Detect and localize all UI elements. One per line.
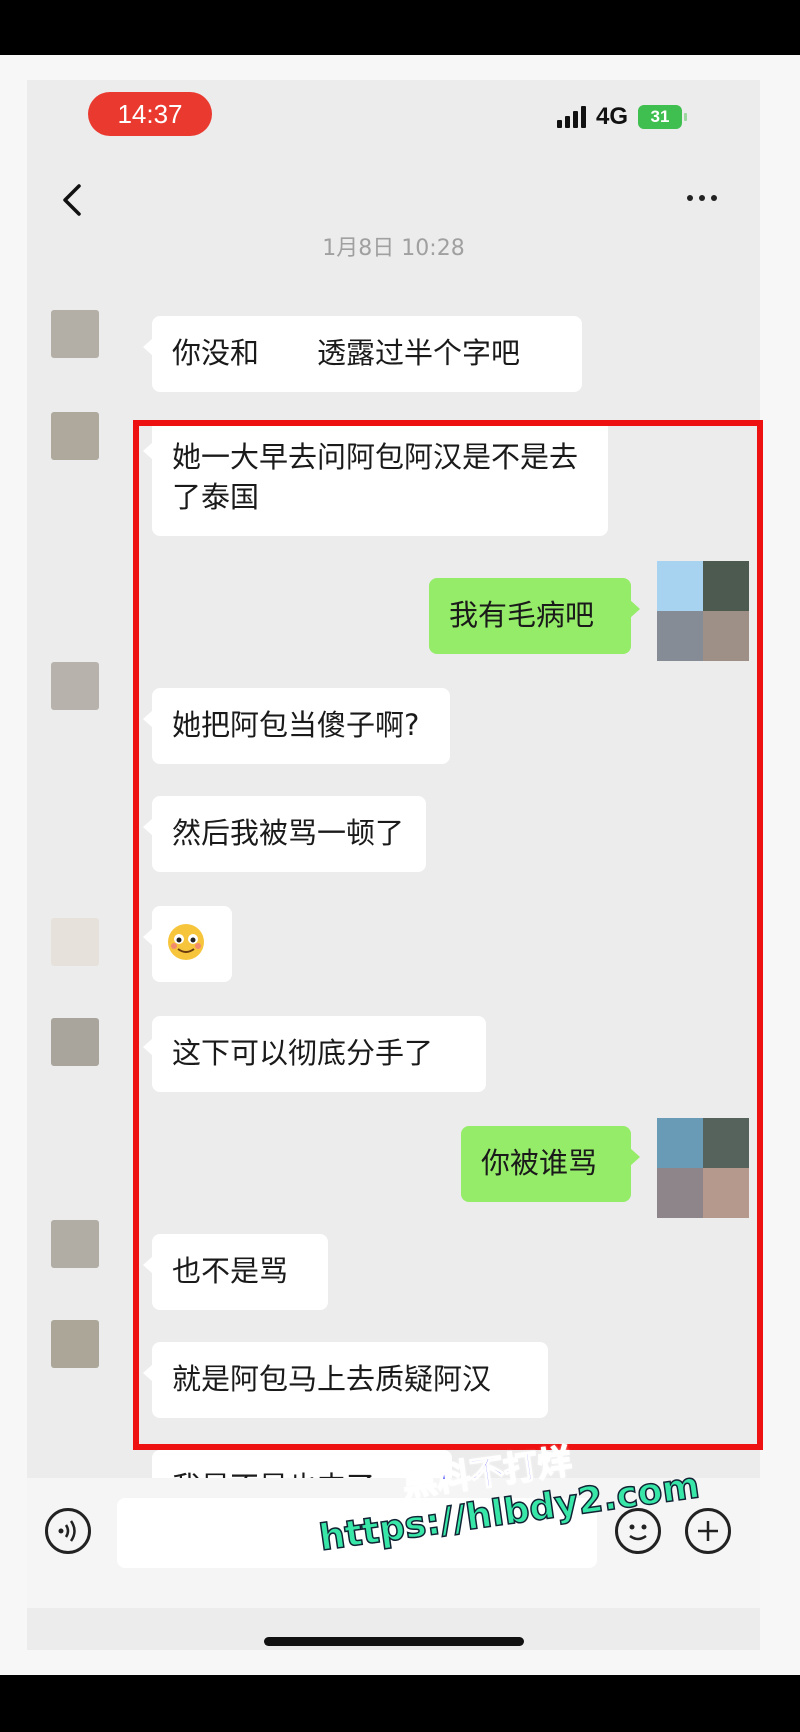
more-icon[interactable] bbox=[687, 192, 727, 204]
battery-icon: 31 bbox=[638, 105, 688, 129]
home-indicator[interactable] bbox=[264, 1637, 524, 1646]
avatar[interactable] bbox=[51, 918, 99, 966]
chat-timestamp: 1月8日 10:28 bbox=[322, 236, 465, 261]
status-indicators: 4G 31 bbox=[557, 102, 688, 132]
network-type: 4G bbox=[596, 103, 629, 130]
message-bubble[interactable]: 你没和 透露过半个字吧 bbox=[143, 316, 582, 392]
avatar[interactable] bbox=[51, 1320, 99, 1368]
avatar[interactable] bbox=[51, 1220, 99, 1268]
avatar[interactable] bbox=[51, 310, 99, 358]
battery-level: 31 bbox=[650, 107, 670, 126]
margin-left bbox=[0, 55, 27, 1675]
plus-icon[interactable] bbox=[685, 1508, 731, 1554]
margin-top bbox=[0, 55, 800, 80]
avatar[interactable] bbox=[51, 662, 99, 710]
avatar[interactable] bbox=[51, 1018, 99, 1066]
voice-icon[interactable] bbox=[45, 1508, 91, 1554]
status-time: 14:37 bbox=[88, 92, 212, 136]
top-letterbox bbox=[0, 0, 800, 55]
avatar[interactable] bbox=[51, 412, 99, 460]
margin-bottom bbox=[0, 1650, 800, 1675]
signal-icon bbox=[557, 106, 586, 128]
margin-right bbox=[760, 55, 800, 1675]
back-icon[interactable] bbox=[53, 180, 93, 220]
bottom-letterbox bbox=[0, 1675, 800, 1732]
message-text: 你没和 透露过半个字吧 bbox=[172, 336, 521, 370]
highlight-box bbox=[133, 420, 763, 1450]
